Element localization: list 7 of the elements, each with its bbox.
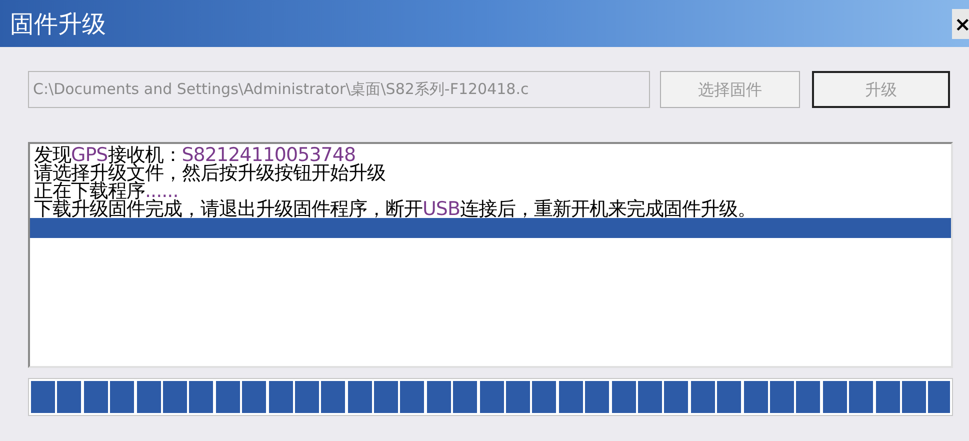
window-title: 固件升级 bbox=[10, 8, 106, 40]
log-line: 请选择升级文件，然后按升级按钮开始升级 bbox=[33, 164, 386, 182]
selected-row[interactable] bbox=[30, 218, 951, 238]
close-button[interactable]: × bbox=[952, 8, 969, 38]
log-line: 正在下载程序...... bbox=[33, 182, 178, 200]
log-line: 下载升级固件完成，请退出升级固件程序，断开USB连接后，重新开机来完成固件升级。 bbox=[33, 200, 758, 218]
log-line: 发现GPS接收机：S82124110053748 bbox=[33, 146, 356, 164]
